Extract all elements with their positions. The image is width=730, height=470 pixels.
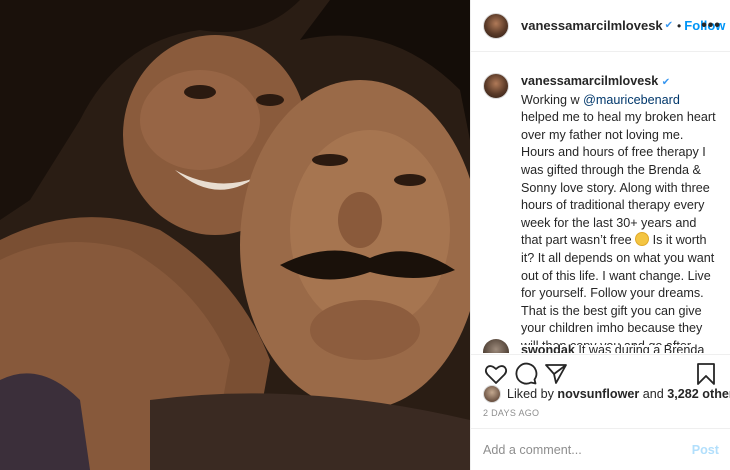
caption-text: vanessamarcilmlovesk ✔ Working w @mauric… bbox=[521, 73, 719, 345]
comment-item: swondak It was during a Brenda bbox=[483, 339, 719, 353]
caption-text-part-2: helped me to heal my broken heart over m… bbox=[521, 110, 716, 248]
caption-text-part-3: Is it worth it? It all depends on what y… bbox=[521, 233, 715, 345]
author-avatar[interactable] bbox=[483, 12, 509, 39]
more-options-icon[interactable]: ••• bbox=[701, 17, 721, 35]
post-photo[interactable] bbox=[0, 0, 470, 470]
post-comment-button[interactable]: Post bbox=[692, 443, 719, 457]
comment-text: swondak It was during a Brenda bbox=[521, 343, 704, 353]
grinning-emoji-icon bbox=[635, 232, 650, 247]
post-date[interactable]: 2 DAYS AGO bbox=[483, 408, 539, 418]
liker-username[interactable]: novsunflower bbox=[557, 387, 639, 401]
add-comment-input[interactable] bbox=[483, 443, 692, 457]
caption-verified-badge-icon: ✔ bbox=[661, 77, 671, 88]
liker-avatar[interactable] bbox=[483, 385, 501, 403]
likes-count[interactable]: 3,282 others bbox=[667, 387, 730, 401]
heart-icon[interactable] bbox=[483, 361, 509, 387]
bookmark-icon[interactable] bbox=[693, 361, 719, 387]
likes-text: Liked by novsunflower and 3,282 others bbox=[507, 387, 730, 401]
verified-badge-icon: ✔ bbox=[664, 20, 674, 31]
comment-form: Post bbox=[471, 428, 730, 470]
caption-mention-link[interactable]: @mauricebenard bbox=[583, 93, 680, 107]
commenter-avatar[interactable] bbox=[483, 339, 509, 353]
photo-illustration bbox=[0, 0, 470, 470]
likes-prefix: Liked by bbox=[507, 387, 558, 401]
caption-author-avatar[interactable] bbox=[483, 73, 509, 99]
share-icon[interactable] bbox=[543, 361, 569, 387]
post-side-panel: vanessamarcilmlovesk ✔ • Follow ••• vane… bbox=[470, 0, 730, 470]
comment-icon[interactable] bbox=[513, 361, 539, 387]
separator-dot: • bbox=[677, 18, 682, 33]
author-username[interactable]: vanessamarcilmlovesk bbox=[521, 18, 663, 33]
actions-section: Liked by novsunflower and 3,282 others 2… bbox=[471, 354, 730, 470]
commenter-username[interactable]: swondak bbox=[521, 343, 575, 353]
likes-middle: and bbox=[639, 387, 668, 401]
caption-username[interactable]: vanessamarcilmlovesk bbox=[521, 74, 658, 88]
post-header: vanessamarcilmlovesk ✔ • Follow ••• bbox=[471, 0, 730, 52]
comment-body: It was during a Brenda bbox=[574, 343, 705, 353]
caption-text-part-1: Working w bbox=[521, 92, 584, 107]
caption-body: vanessamarcilmlovesk ✔ Working w @mauric… bbox=[521, 73, 719, 345]
caption-section: vanessamarcilmlovesk ✔ Working w @mauric… bbox=[471, 53, 730, 345]
likes-summary: Liked by novsunflower and 3,282 others bbox=[483, 385, 730, 403]
